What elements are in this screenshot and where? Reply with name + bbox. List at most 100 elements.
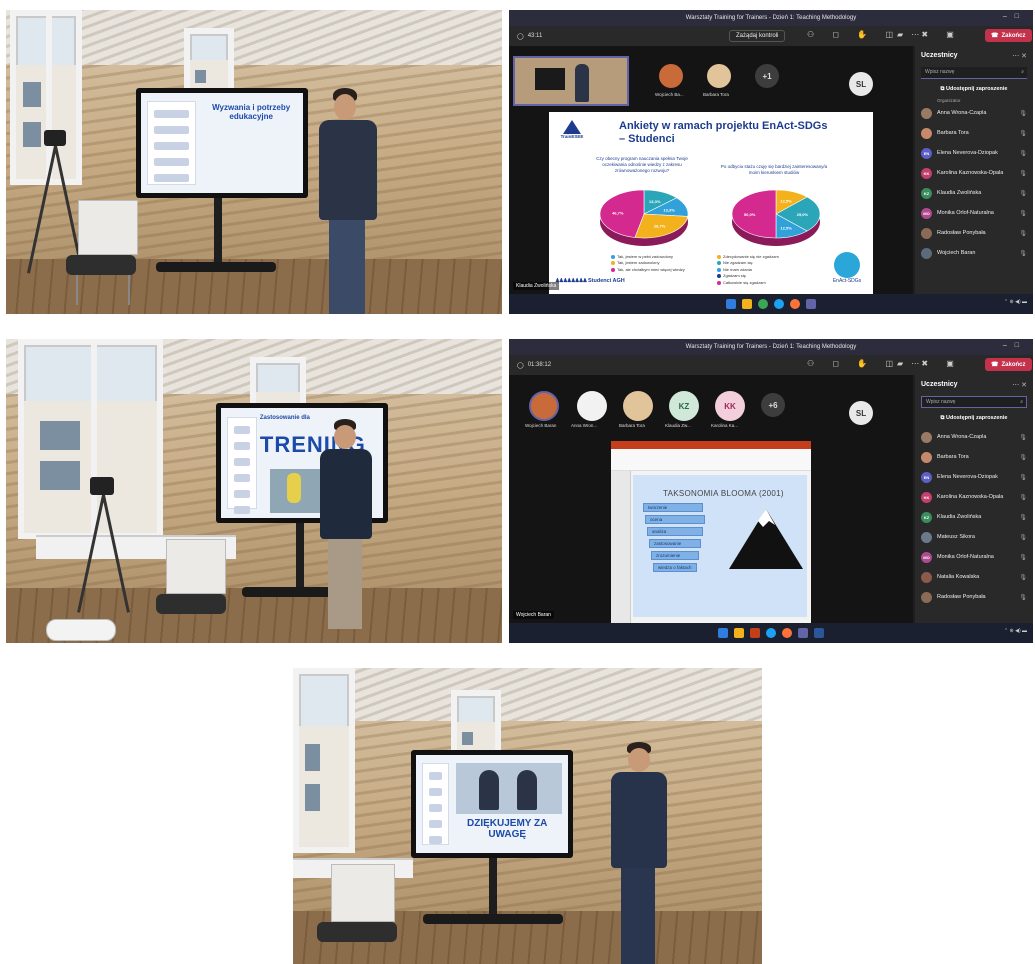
teams-icon[interactable] xyxy=(806,299,816,309)
request-control-button[interactable]: Zażądaj kontroli xyxy=(729,30,786,42)
participant-name: Elena Neverova-Dziopak xyxy=(937,150,998,156)
meeting-stage: Wojciech Baran Anna Wron... Barbara Tora… xyxy=(509,375,913,623)
more-participants-tile[interactable]: +6 xyxy=(761,393,785,417)
search-input[interactable]: Wpisz nazwę ⌕ xyxy=(921,67,1027,79)
participant-name: Klaudia Zwolińska xyxy=(937,190,982,196)
participant-row[interactable]: KZ Klaudia Zwolińska 🎙 xyxy=(915,507,1033,527)
edge-icon[interactable] xyxy=(774,299,784,309)
end-meeting-button[interactable]: ☎ Zakończ xyxy=(985,29,1032,42)
participant-row[interactable]: MO Monika Orlof-Naturalna 🎙 xyxy=(915,547,1033,567)
video-tile-avatar[interactable] xyxy=(659,64,683,88)
close-icon[interactable]: ⋯ ✕ xyxy=(1012,52,1027,60)
avatar xyxy=(921,571,932,583)
powerpoint-icon[interactable] xyxy=(750,628,760,638)
end-meeting-button[interactable]: ☎ Zakończ xyxy=(985,358,1032,371)
word-icon[interactable] xyxy=(814,628,824,638)
pie-label: 25,0% xyxy=(797,212,809,217)
slide-title-line1: Ankiety w ramach projektu EnAct-SDGs xyxy=(619,120,828,132)
mic-icon: 🎙 xyxy=(1019,190,1027,197)
participant-name: Radosław Ponybała xyxy=(937,594,986,600)
tile-label: Barbara Tora xyxy=(703,92,729,97)
self-avatar-tile[interactable]: SL xyxy=(849,401,873,425)
legend-item: Tak, ale chciałbym mieć więcej wiedzy xyxy=(611,267,685,273)
self-avatar-tile[interactable]: SL xyxy=(849,72,873,96)
edge-icon[interactable] xyxy=(766,628,776,638)
bloom-title: TAKSONOMIA BLOOMA (2001) xyxy=(663,489,784,498)
display-screen: DZIĘKUJEMY ZA UWAGĘ xyxy=(411,750,573,858)
video-tile-avatar[interactable] xyxy=(577,391,607,421)
explorer-icon[interactable] xyxy=(742,299,752,309)
video-tile-initials[interactable]: KK xyxy=(715,391,745,421)
media-controls[interactable]: ▰ ✖ ▣ xyxy=(897,30,962,39)
meeting-timer: 43:11 xyxy=(527,33,543,39)
video-tile-avatar[interactable] xyxy=(707,64,731,88)
pie-label: 13,3% xyxy=(649,199,661,204)
participant-row[interactable]: Radosław Ponybała 🎙 xyxy=(915,223,1033,243)
video-tile-active[interactable] xyxy=(513,56,629,106)
participant-name: Anna Wrona-Czapla xyxy=(937,110,987,116)
shield-icon: ◯ xyxy=(517,362,524,369)
avatar: KZ xyxy=(921,187,932,199)
participant-row[interactable]: Mateusz Sikora 🎙 xyxy=(915,527,1033,547)
bloom-step: tworzenie xyxy=(643,503,703,512)
tile-label: Anna Wron... xyxy=(571,423,598,428)
avatar xyxy=(921,247,932,259)
footer-left: Studenci AGH xyxy=(587,278,625,284)
share-invite-button[interactable]: ⧉ Udostępnij zaproszenie xyxy=(915,410,1033,427)
question-2: Po odbyciu stażu czuję się bardziej zain… xyxy=(720,164,828,175)
participant-row[interactable]: Barbara Tora 🎙 xyxy=(915,447,1033,467)
avatar: MO xyxy=(921,207,932,219)
media-controls[interactable]: ▰ ✖ ▣ xyxy=(897,359,962,368)
presenter xyxy=(310,419,390,634)
legend-text: Tak, jestem w pełni zadowolony xyxy=(617,254,674,259)
participant-row[interactable]: EN Elena Neverova-Dziopak 🎙 xyxy=(915,467,1033,487)
avatar xyxy=(921,531,932,543)
share-invite-button[interactable]: ⧉ Udostępnij zaproszenie xyxy=(915,81,1033,98)
video-tile-avatar[interactable] xyxy=(529,391,559,421)
presenter-name-tag: Wojciech Baran xyxy=(513,611,554,619)
participant-row[interactable]: Anna Wrona-Czapla 🎙 xyxy=(915,103,1033,123)
participant-row[interactable]: Anna Wrona-Czapla 🎙 xyxy=(915,427,1033,447)
video-tile-avatar[interactable] xyxy=(623,391,653,421)
legend-text: Nie zgadzam się xyxy=(723,260,753,266)
participant-row[interactable]: EN Elena Neverova-Dziopak 🎙 xyxy=(915,143,1033,163)
more-participants-tile[interactable]: +1 xyxy=(755,64,779,88)
enact-logo: EnAct-SDGs xyxy=(827,252,867,292)
slide-title: Wyzwania i potrzeby edukacyjne xyxy=(212,103,291,121)
participant-row[interactable]: KZ Klaudia Zwolińska 🎙 xyxy=(915,183,1033,203)
video-tile-initials[interactable]: KZ xyxy=(669,391,699,421)
teams-icon[interactable] xyxy=(798,628,808,638)
participant-row[interactable]: MO Monika Orlof-Naturalna 🎙 xyxy=(915,203,1033,223)
participant-row[interactable]: Radosław Ponybała 🎙 xyxy=(915,587,1033,607)
participant-name: Wojciech Baran xyxy=(937,250,976,256)
close-icon[interactable]: ⋯ ✕ xyxy=(1012,381,1027,389)
browser-icon[interactable] xyxy=(758,299,768,309)
participant-row[interactable]: KK Karolina Kaznowska-Opala 🎙 xyxy=(915,163,1033,183)
tile-label: Barbara Tora xyxy=(619,423,645,428)
windows-start-icon[interactable] xyxy=(726,299,736,309)
system-tray[interactable]: ⌃ ⊕ ◀) ▬ xyxy=(1004,628,1027,634)
windows-taskbar: ⌃ ⊕ ◀) ▬ xyxy=(509,623,1033,643)
firefox-icon[interactable] xyxy=(782,628,792,638)
windows-start-icon[interactable] xyxy=(718,628,728,638)
trainesee-logo-text: TrainESEE xyxy=(560,134,584,139)
tv-stand xyxy=(296,523,304,593)
window-controls[interactable]: –□ xyxy=(1003,13,1027,20)
window-controls[interactable]: –□ xyxy=(1003,342,1027,349)
avatar xyxy=(921,107,932,119)
participant-row[interactable]: Wojciech Baran 🎙 xyxy=(915,243,1033,263)
participant-row[interactable]: KK Karolina Kaznowska-Opala 🎙 xyxy=(915,487,1033,507)
legend-text: Tak, jestem zadowolony xyxy=(617,260,660,266)
chair xyxy=(311,864,411,964)
slide-title: DZIĘKUJEMY ZA UWAGĘ xyxy=(467,817,548,840)
ppt-thumbnails xyxy=(611,471,631,623)
firefox-icon[interactable] xyxy=(790,299,800,309)
participant-row[interactable]: Natalia Kowalska 🎙 xyxy=(915,567,1033,587)
participant-name: Monika Orlof-Naturalna xyxy=(937,210,994,216)
explorer-icon[interactable] xyxy=(734,628,744,638)
participant-row[interactable]: Barbara Tora 🎙 xyxy=(915,123,1033,143)
share-icon: ⧉ xyxy=(940,86,945,92)
presenter-name-tag: Klaudia Zwolińska xyxy=(513,282,560,290)
system-tray[interactable]: ⌃ ⊕ ◀) ▬ xyxy=(1004,299,1027,305)
search-input[interactable]: Wpisz nazwę ⌕ xyxy=(921,396,1027,408)
